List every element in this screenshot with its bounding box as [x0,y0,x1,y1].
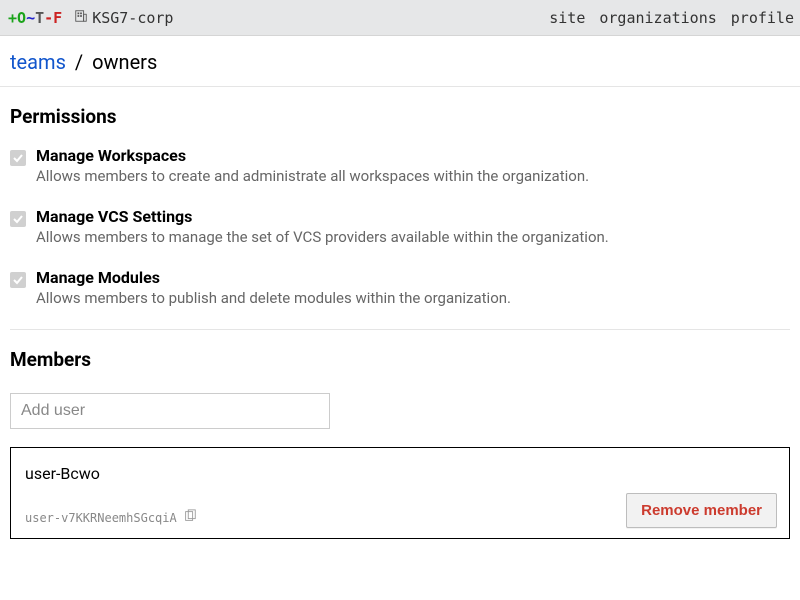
checkbox-icon [10,211,26,227]
members-heading: Members [10,348,790,371]
permission-row: Manage Workspaces Allows members to crea… [10,146,790,185]
nav-site[interactable]: site [549,9,585,27]
breadcrumb-current: owners [92,50,157,74]
checkbox-icon [10,150,26,166]
breadcrumb-teams-link[interactable]: teams [10,50,66,74]
permission-desc: Allows members to manage the set of VCS … [36,228,609,246]
permission-title: Manage Workspaces [36,146,589,165]
topbar: +O~T-F KSG7-corp site organizations prof… [0,0,800,36]
breadcrumb: teams / owners [0,36,800,87]
permission-row: Manage Modules Allows members to publish… [10,268,790,307]
permission-title: Manage VCS Settings [36,207,609,226]
remove-member-button[interactable]: Remove member [626,493,777,528]
permissions-heading: Permissions [10,105,790,128]
member-id: user-v7KKRNeemhSGcqiA [25,511,177,525]
members-section: Members user-Bcwo user-v7KKRNeemhSGcqiA … [0,330,800,539]
permissions-section: Permissions Manage Workspaces Allows mem… [0,87,800,307]
nav-organizations[interactable]: organizations [599,9,716,27]
top-nav: site organizations profile [549,9,794,27]
permission-desc: Allows members to create and administrat… [36,167,589,185]
app-logo: +O~T-F [8,9,62,27]
checkbox-icon [10,272,26,288]
add-user-input[interactable] [10,393,330,429]
org-name[interactable]: KSG7-corp [92,9,173,27]
permission-desc: Allows members to publish and delete mod… [36,289,511,307]
member-name: user-Bcwo [25,464,775,483]
breadcrumb-sep: / [71,50,87,74]
member-card: user-Bcwo user-v7KKRNeemhSGcqiA Remove m… [10,447,790,539]
nav-profile[interactable]: profile [731,9,794,27]
permission-row: Manage VCS Settings Allows members to ma… [10,207,790,246]
copy-icon[interactable] [183,509,197,526]
permission-title: Manage Modules [36,268,511,287]
building-icon [62,9,92,27]
